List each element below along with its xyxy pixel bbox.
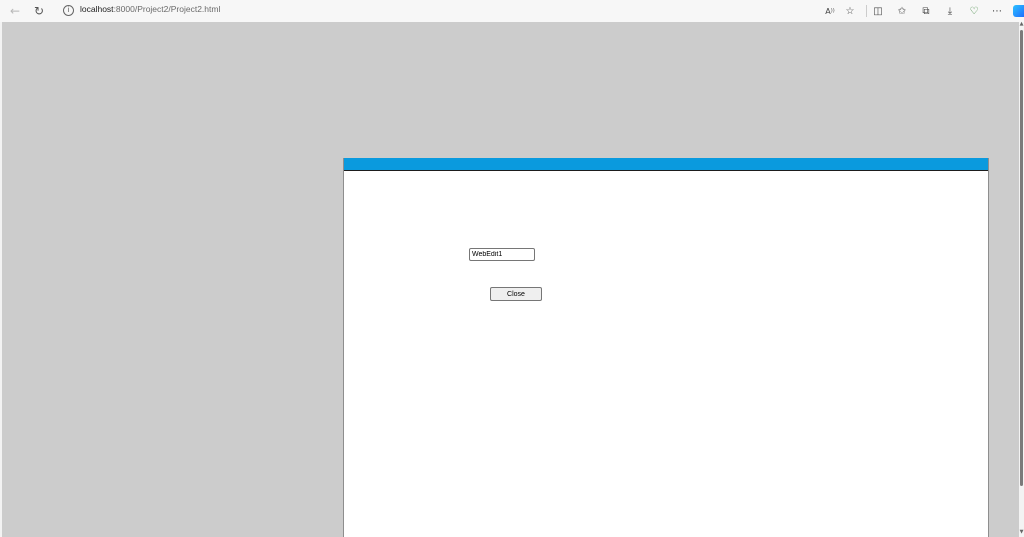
web-form: Close — [343, 158, 989, 537]
more-icon[interactable]: ⋯ — [988, 2, 1006, 20]
close-button[interactable]: Close — [490, 287, 542, 301]
scroll-down-icon[interactable]: ▼ — [1019, 530, 1024, 535]
read-aloud-icon[interactable]: A)) — [821, 2, 839, 20]
back-arrow-icon[interactable]: ← — [6, 2, 24, 20]
scroll-up-icon[interactable]: ▲ — [1019, 22, 1024, 27]
info-icon[interactable]: i — [63, 5, 74, 16]
vertical-scrollbar[interactable]: ▲ ▼ — [1019, 22, 1024, 537]
url-host: localhost — [80, 4, 114, 14]
heart-shield-icon[interactable]: ♡ — [965, 2, 983, 20]
address-bar[interactable]: localhost:8000/Project2/Project2.html — [80, 4, 220, 14]
refresh-icon[interactable]: ↻ — [30, 2, 48, 20]
toolbar-divider — [866, 5, 867, 17]
form-caption-bar[interactable] — [344, 158, 988, 171]
browser-toolbar: ← ↻ i localhost:8000/Project2/Project2.h… — [0, 0, 1024, 22]
url-path: :8000/Project2/Project2.html — [113, 4, 221, 14]
download-icon[interactable]: ⤓ — [941, 2, 959, 20]
favorites-icon[interactable]: ✩ — [893, 2, 911, 20]
scrollbar-thumb[interactable] — [1020, 30, 1023, 486]
collections-icon[interactable]: ⧉ — [917, 2, 935, 20]
star-icon[interactable]: ☆ — [841, 2, 859, 20]
web-edit-field[interactable] — [469, 248, 535, 261]
split-screen-icon[interactable]: ◫ — [869, 2, 887, 20]
copilot-icon[interactable] — [1013, 5, 1024, 17]
